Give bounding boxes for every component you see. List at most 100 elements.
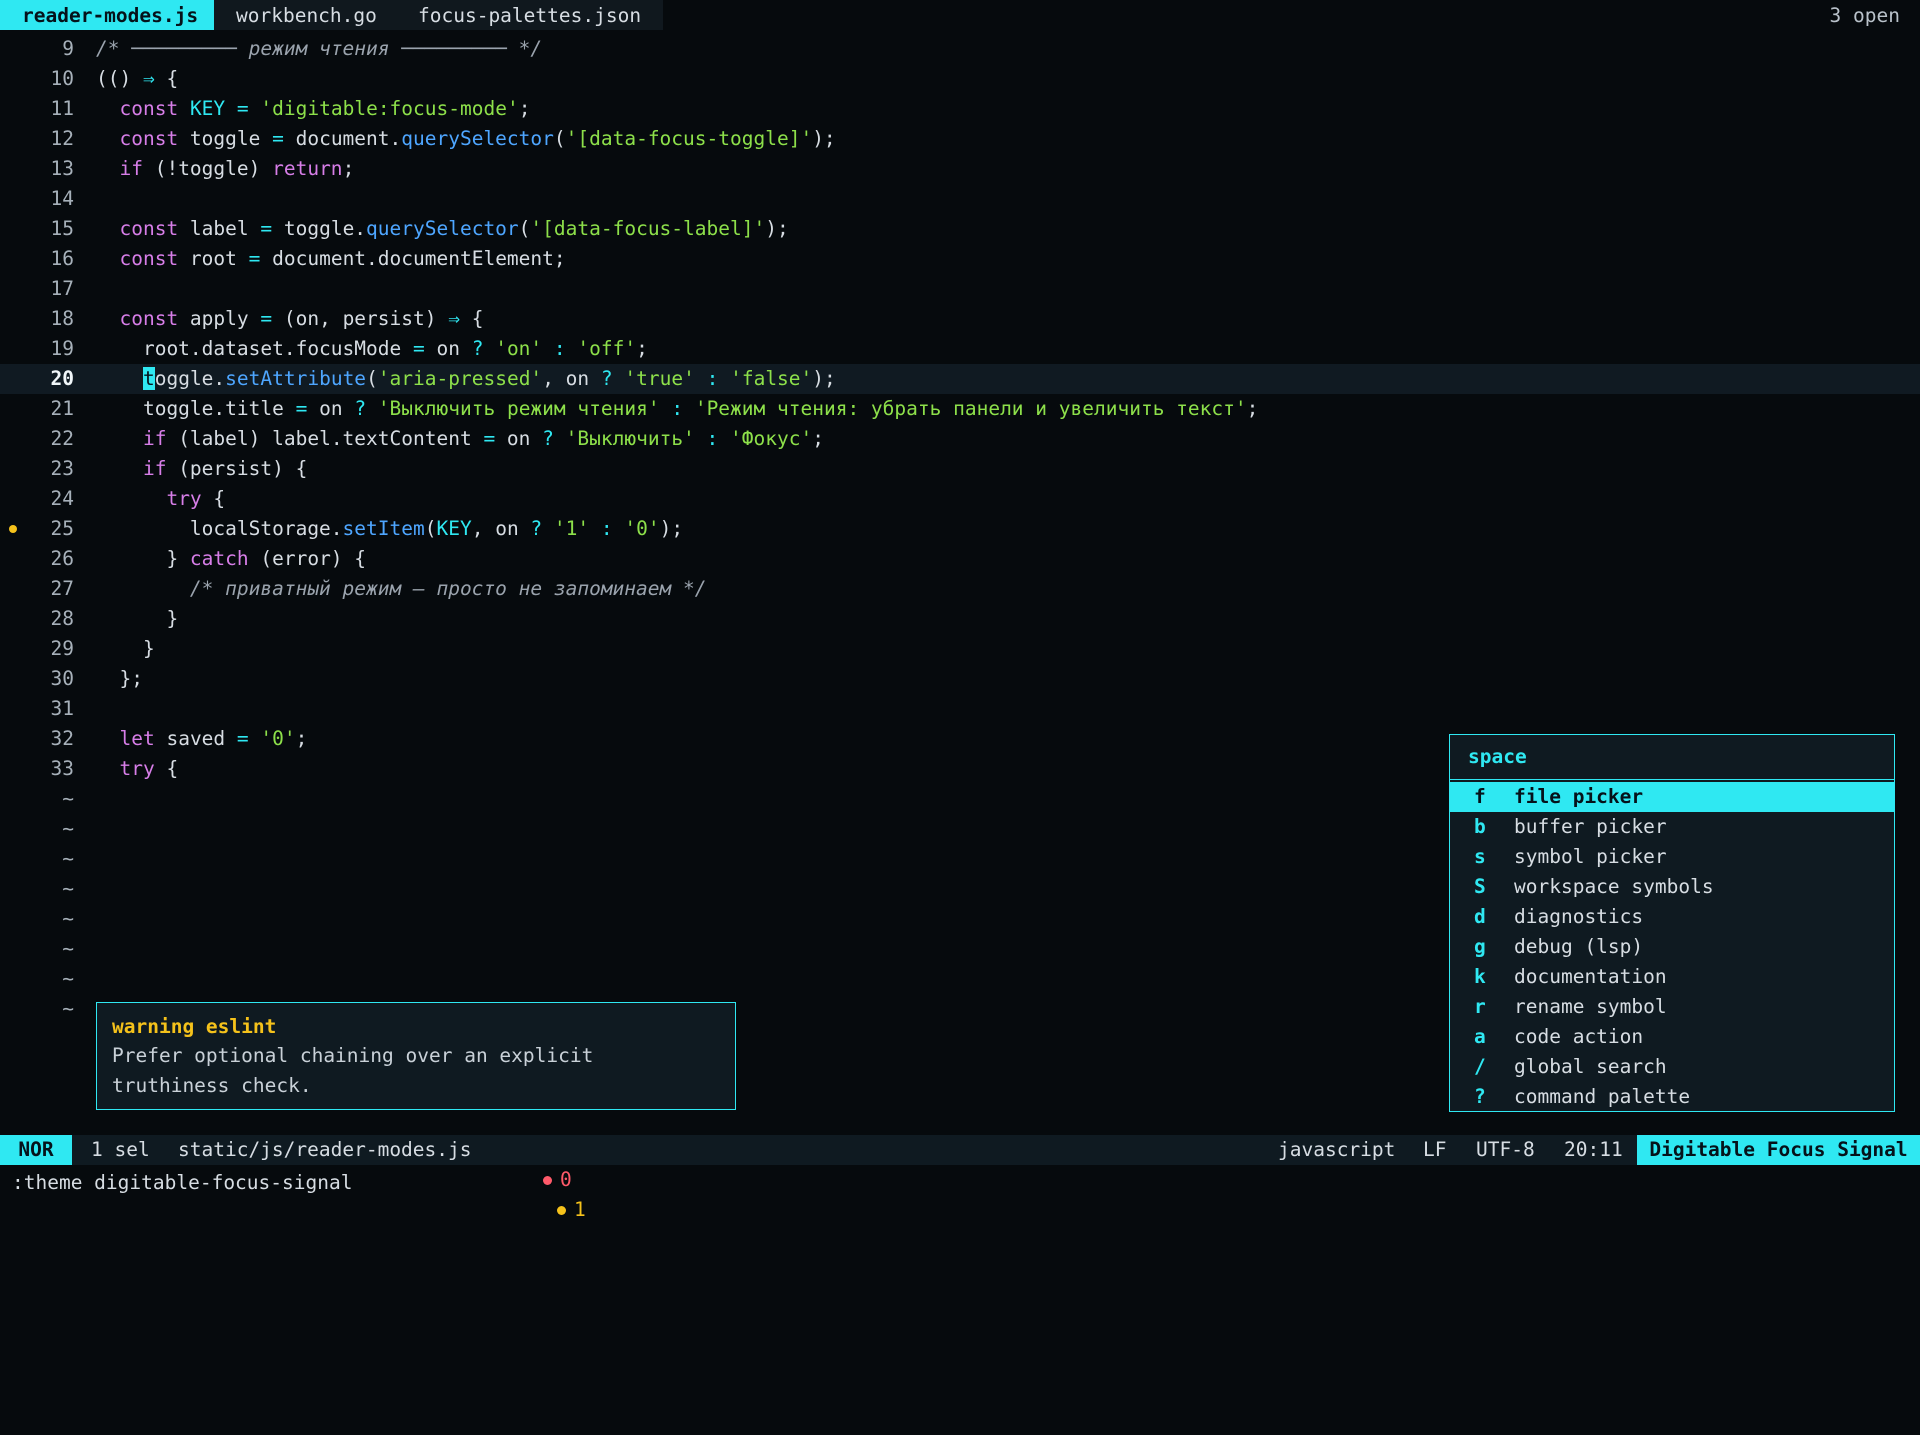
- tilde-marker: ~: [62, 877, 74, 900]
- code-line[interactable]: 16 const root = document.documentElement…: [0, 244, 1920, 274]
- code-text: try {: [166, 487, 226, 510]
- space-menu-item[interactable]: f file picker: [1450, 782, 1894, 812]
- line-number: 30: [50, 667, 74, 690]
- space-menu-item[interactable]: / global search: [1450, 1052, 1894, 1082]
- theme-name: Digitable Focus Signal: [1637, 1135, 1920, 1165]
- menu-item-label: diagnostics: [1514, 905, 1644, 928]
- diagnostic-title: warning eslint: [112, 1015, 277, 1038]
- code-line[interactable]: 11 const KEY = 'digitable:focus-mode';: [0, 94, 1920, 124]
- menu-item-label: file picker: [1514, 785, 1644, 808]
- space-menu-item[interactable]: Sworkspace symbols: [1450, 872, 1894, 902]
- line-number: 24: [50, 487, 74, 510]
- code-line[interactable]: 19 root.dataset.focusMode = on ? 'on' : …: [0, 334, 1920, 364]
- code-line[interactable]: 27 /* приватный режим — просто не запоми…: [0, 574, 1920, 604]
- line-number: 27: [50, 577, 74, 600]
- diagnostic-popup: warning eslint Prefer optional chaining …: [96, 1002, 736, 1110]
- code-line[interactable]: 12 const toggle = document.querySelector…: [0, 124, 1920, 154]
- line-number: 15: [50, 217, 74, 240]
- line-number: 25: [50, 517, 74, 540]
- code-text: (() ⇒ {: [96, 67, 179, 90]
- menu-item-key: S: [1474, 875, 1486, 898]
- line-number: 18: [50, 307, 74, 330]
- menu-item-key: r: [1474, 995, 1486, 1018]
- space-menu-item[interactable]: d diagnostics: [1450, 902, 1894, 932]
- warning-count: 1: [573, 1198, 586, 1221]
- code-line[interactable]: 9 /* ───────── режим чтения ───────── */: [0, 34, 1920, 64]
- space-menu: space f file picker b buffer picker s symbol …: [1449, 734, 1895, 1112]
- code-line[interactable]: 22 if (label) label.textContent = on ? '…: [0, 424, 1920, 454]
- statusline: NOR 1 sel static/js/reader-modes.js 0 1 …: [0, 1135, 1920, 1221]
- code-text: }: [96, 637, 155, 660]
- line-number: 12: [50, 127, 74, 150]
- code-text: localStorage.setItem(KEY, on ? '1' : '0'…: [96, 517, 684, 540]
- code-line[interactable]: 26 } catch (error) {: [0, 544, 1920, 574]
- menu-item-key: /: [1474, 1055, 1486, 1078]
- space-menu-item[interactable]: g debug (lsp): [1450, 932, 1894, 962]
- code-line[interactable]: 14: [0, 184, 1920, 214]
- code-text: const KEY = 'digitable:focus-mode';: [119, 97, 531, 120]
- line-number: 11: [50, 97, 74, 120]
- menu-item-key: k: [1474, 965, 1486, 988]
- code-line[interactable]: 15 const label = toggle.querySelector('[…: [0, 214, 1920, 244]
- code-text: } catch (error) {: [96, 547, 367, 570]
- line-number: 10: [50, 67, 74, 90]
- error-dot-icon: [542, 1176, 552, 1185]
- code-text: if (label) label.textContent = on ? 'Вык…: [142, 427, 824, 450]
- space-menu-item[interactable]: k documentation: [1450, 962, 1894, 992]
- menu-item-key: g: [1474, 935, 1486, 958]
- tilde-marker: ~: [62, 787, 74, 810]
- code-text: root.dataset.focusMode = on ? 'on' : 'of…: [96, 337, 648, 360]
- code-text: }: [96, 607, 179, 630]
- code-line[interactable]: 17: [0, 274, 1920, 304]
- menu-item-key: s: [1474, 845, 1486, 868]
- tilde-marker: ~: [62, 907, 74, 930]
- line-number: 9: [62, 37, 74, 60]
- code-text: if (persist) {: [142, 457, 308, 480]
- command-line[interactable]: :theme digitable-focus-signal: [12, 1168, 352, 1198]
- menu-item-key: b: [1474, 815, 1486, 838]
- line-number: 13: [50, 157, 74, 180]
- code-line[interactable]: 28 }: [0, 604, 1920, 634]
- error-count: 0: [559, 1168, 572, 1191]
- file-path[interactable]: static/js/reader-modes.js: [178, 1135, 472, 1165]
- line-number: 22: [50, 427, 74, 450]
- tab-focus-palettes[interactable]: focus-palettes.json: [396, 0, 664, 30]
- code-line[interactable]: 20 toggle.setAttribute('aria-pressed', o…: [0, 364, 1920, 394]
- diagnostic-counts[interactable]: 0 1: [496, 1135, 586, 1255]
- code-line[interactable]: 10 (() ⇒ {: [0, 64, 1920, 94]
- tab-bar: reader-modes.js workbench.go focus-palet…: [0, 0, 1920, 30]
- space-menu-item[interactable]: a code action: [1450, 1022, 1894, 1052]
- line-number: 19: [50, 337, 74, 360]
- tab-workbench[interactable]: workbench.go: [214, 0, 399, 30]
- code-line[interactable]: 29 }: [0, 634, 1920, 664]
- code-line[interactable]: 31: [0, 694, 1920, 724]
- menu-item-key: ?: [1474, 1085, 1486, 1108]
- menu-item-label: debug (lsp): [1514, 935, 1644, 958]
- line-number: 16: [50, 247, 74, 270]
- tilde-marker: ~: [62, 937, 74, 960]
- space-menu-item[interactable]: b buffer picker: [1450, 812, 1894, 842]
- menu-item-label: workspace symbols: [1514, 875, 1714, 898]
- code-text: const toggle = document.querySelector('[…: [119, 127, 836, 150]
- code-line[interactable]: 23 if (persist) {: [0, 454, 1920, 484]
- line-number: 31: [50, 697, 74, 720]
- space-menu-item[interactable]: ? command palette: [1450, 1082, 1894, 1112]
- code-line[interactable]: 13 if (!toggle) return;: [0, 154, 1920, 184]
- line-number: 17: [50, 277, 74, 300]
- space-menu-item[interactable]: r rename symbol: [1450, 992, 1894, 1022]
- code-line[interactable]: 25 localStorage.setItem(KEY, on ? '1' : …: [0, 514, 1920, 544]
- menu-item-label: documentation: [1514, 965, 1667, 988]
- code-line[interactable]: 24 try {: [0, 484, 1920, 514]
- line-number: 32: [50, 727, 74, 750]
- space-menu-item[interactable]: s symbol picker: [1450, 842, 1894, 872]
- warning-dot-icon: [556, 1206, 566, 1215]
- code-text: /* приватный режим — просто не запоминае…: [189, 577, 707, 600]
- code-line[interactable]: 21 toggle.title = on ? 'Выключить режим …: [0, 394, 1920, 424]
- code-text: const label = toggle.querySelector('[dat…: [119, 217, 789, 240]
- code-line[interactable]: 30 };: [0, 664, 1920, 694]
- code-text: try {: [119, 757, 179, 780]
- language-indicator: javascript: [1278, 1138, 1396, 1161]
- tab-reader-modes[interactable]: reader-modes.js: [0, 0, 221, 30]
- code-line[interactable]: 18 const apply = (on, persist) ⇒ {: [0, 304, 1920, 334]
- selection-count: 1 sel: [91, 1138, 150, 1161]
